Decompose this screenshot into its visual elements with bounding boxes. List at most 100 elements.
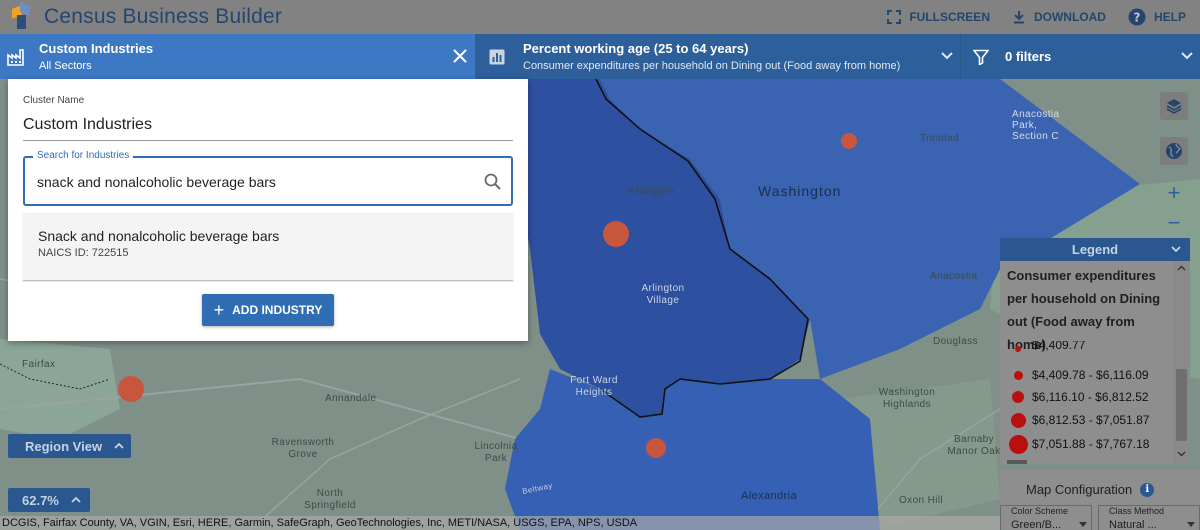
legend-scroll-thumb[interactable]	[1176, 369, 1187, 441]
chevron-up-icon	[114, 442, 124, 450]
industries-toggle[interactable]: Custom Industries All Sectors	[0, 34, 475, 79]
chevron-down-icon	[1180, 50, 1194, 62]
legend-item: $6,116.10 - $6,812.52	[1006, 387, 1149, 407]
legend-item-label: $4,409.78 - $6,116.09	[1032, 368, 1149, 382]
help-icon: ?	[1128, 8, 1146, 26]
class-method-value: Natural ...	[1109, 519, 1157, 530]
zoom-out-button[interactable]: −	[1160, 209, 1188, 237]
legend-panel: Legend Consumer expenditures per househo…	[1000, 238, 1190, 464]
add-industry-label: ADD INDUSTRY	[232, 303, 323, 317]
map-label-annandale: Annandale	[325, 393, 377, 404]
map-label-oxon-hill: Oxon Hill	[899, 495, 944, 506]
fullscreen-button[interactable]: FULLSCREEN	[887, 10, 990, 24]
map-label-douglass: Douglass	[933, 336, 978, 347]
chevron-down-icon	[1187, 522, 1195, 527]
variable-selector[interactable]: Percent working age (25 to 64 years) Con…	[475, 34, 960, 79]
legend-dot-icon	[1015, 346, 1021, 352]
industry-search-input[interactable]	[37, 171, 467, 193]
map-label-anacostia: Anacostia	[930, 271, 978, 282]
map-label-alexandria: Alexandria	[741, 490, 797, 502]
globe-icon	[1165, 142, 1183, 160]
class-method-select[interactable]: Class Method Natural ...	[1098, 505, 1200, 530]
map-label-ravensworth: Ravensworth Grove	[271, 437, 335, 460]
zoom-in-button[interactable]: +	[1160, 179, 1188, 207]
legend-item-label: $6,812.53 - $7,051.87	[1032, 413, 1150, 427]
search-result-item[interactable]: Snack and nonalcoholic beverage bars NAI…	[23, 213, 513, 281]
legend-scrollbar[interactable]	[1173, 261, 1190, 464]
map-label-north-springfield: North Springfield	[304, 488, 356, 511]
legend-header[interactable]: Legend	[1000, 238, 1190, 261]
map-label-arlington-village: Arlington Village	[641, 283, 685, 306]
download-button[interactable]: DOWNLOAD	[1012, 10, 1106, 24]
legend-item-label: $4,409.77	[1032, 341, 1086, 352]
fullscreen-icon	[887, 10, 902, 24]
legend-item: $4,409.77	[1006, 341, 1085, 352]
map-configuration-label: Map Configuration	[1026, 482, 1133, 497]
filter-icon	[973, 49, 989, 65]
color-scheme-label: Color Scheme	[1011, 506, 1069, 516]
bar-chart-icon	[489, 49, 505, 65]
basemap-button[interactable]	[1160, 137, 1188, 165]
svg-text:?: ?	[1134, 11, 1141, 25]
census-logo-icon[interactable]	[10, 2, 36, 30]
fullscreen-label: FULLSCREEN	[909, 10, 990, 24]
top-header: Census Business Builder FULLSCREEN DOWNL…	[0, 0, 1200, 34]
legend-item: $7,051.88 - $7,767.18	[1006, 434, 1149, 454]
cluster-name-underline	[23, 140, 513, 141]
class-method-label: Class Method	[1109, 506, 1165, 516]
legend-item: $6,812.53 - $7,051.87	[1006, 410, 1149, 430]
cluster-name-label: Cluster Name	[23, 95, 85, 106]
map-label-washington: Washington	[758, 183, 842, 199]
map-label-arlington: Arlington	[628, 185, 676, 197]
legend-title-line: Consumer expenditures	[1007, 268, 1156, 283]
help-label: HELP	[1153, 10, 1186, 24]
region-view-button[interactable]: Region View	[8, 434, 131, 458]
layers-button[interactable]	[1160, 92, 1188, 120]
zoom-level-button[interactable]: 62.7%	[8, 488, 90, 512]
result-naics-id: NAICS ID: 722515	[38, 247, 129, 259]
legend-title-line: per household on Dining	[1007, 291, 1161, 306]
app-root: Census Business Builder FULLSCREEN DOWNL…	[0, 0, 1200, 530]
close-icon[interactable]	[451, 47, 469, 65]
legend-header-label: Legend	[1071, 242, 1119, 257]
search-label: Search for Industries	[33, 150, 134, 161]
chevron-down-icon	[940, 50, 954, 62]
cluster-name-value[interactable]: Custom Industries	[23, 116, 152, 134]
map-label-trinidad: Trinidad	[920, 133, 959, 144]
legend-swatch	[1007, 460, 1027, 464]
plus-icon: +	[213, 299, 225, 320]
toolbar: Custom Industries All Sectors Percent wo…	[0, 34, 1200, 79]
industry-panel: Cluster Name Custom Industries Search fo…	[8, 79, 528, 341]
help-button[interactable]: ? HELP	[1128, 8, 1186, 26]
zoom-level-value: 62.7%	[22, 492, 59, 508]
legend-dot-icon	[1010, 412, 1026, 428]
map-label-anacostia-park: Anacostia Park, Section C	[1012, 109, 1060, 142]
app-title: Census Business Builder	[44, 5, 283, 28]
download-icon	[1012, 10, 1026, 24]
plus-icon: +	[1167, 180, 1181, 205]
color-scheme-select[interactable]: Color Scheme Green/B...	[1000, 505, 1092, 530]
industries-subtitle: All Sectors	[39, 60, 92, 72]
filters-button[interactable]: 0 filters	[960, 34, 1200, 79]
color-scheme-value: Green/B...	[1011, 519, 1062, 530]
map-label-lincolnia: Lincolnia Park	[474, 441, 518, 464]
map-configuration-panel: Map Configuration i Color Scheme Green/B…	[1000, 470, 1200, 530]
chevron-down-icon[interactable]	[1177, 451, 1186, 457]
industry-search-field[interactable]: Search for Industries	[23, 150, 513, 206]
info-icon[interactable]: i	[1140, 482, 1155, 497]
header-actions: FULLSCREEN DOWNLOAD ? HELP	[887, 0, 1186, 34]
map-configuration-title: Map Configuration i	[1026, 482, 1155, 497]
result-name: Snack and nonalcoholic beverage bars	[38, 228, 280, 244]
chevron-down-icon	[1170, 244, 1182, 254]
layers-icon	[1165, 97, 1183, 115]
legend-dot-icon	[1008, 434, 1028, 454]
chevron-up-icon[interactable]	[1177, 265, 1186, 271]
map-label-fairfax: Fairfax	[22, 359, 56, 370]
variable-subtitle: Consumer expenditures per household on D…	[523, 60, 901, 72]
search-icon[interactable]	[483, 172, 503, 192]
add-industry-button[interactable]: + ADD INDUSTRY	[202, 294, 334, 326]
legend-dot-icon	[1013, 370, 1023, 380]
legend-body[interactable]: Consumer expenditures per household on D…	[1000, 261, 1173, 464]
legend-item-label: $7,051.88 - $7,767.18	[1032, 437, 1150, 451]
filters-label: 0 filters	[1005, 49, 1052, 64]
